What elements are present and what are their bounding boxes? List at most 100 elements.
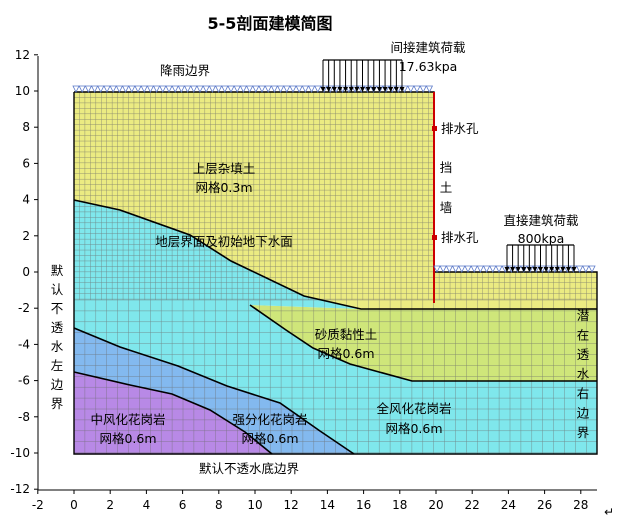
- rain-marker: [202, 85, 210, 93]
- right-boundary-char: 界: [577, 425, 590, 440]
- rain-marker: [413, 85, 421, 93]
- rain-marker: [140, 85, 148, 93]
- wall-char-1: 挡: [440, 160, 453, 175]
- rain-marker: [419, 85, 427, 93]
- strong-granite-name: 强分化花岗岩: [232, 412, 307, 427]
- rain-marker: [252, 85, 260, 93]
- left-boundary-char: 水: [51, 339, 64, 354]
- rain-marker: [451, 265, 460, 273]
- y-axis-ticks: 12 10 8 6 4 2 0 -2 -4 -6 -8 -10 -12: [10, 48, 38, 496]
- moderate-granite-mesh: 网格0.6m: [99, 431, 156, 446]
- rain-marker: [171, 85, 179, 93]
- x-tick-label: 2: [106, 498, 114, 512]
- x-tick-label: 0: [70, 498, 78, 512]
- y-tick-label: -4: [18, 337, 30, 351]
- y-tick-label: -8: [18, 410, 30, 424]
- x-tick-label: 18: [392, 498, 407, 512]
- drain-hole-marker-lower: [432, 235, 437, 240]
- rain-marker: [307, 85, 316, 93]
- right-boundary-label: 潜在透水右边界: [577, 308, 590, 440]
- rain-marker: [495, 265, 503, 273]
- drain-hole-lower-label: 排水孔: [441, 230, 479, 245]
- direct-load-title: 直接建筑荷载: [503, 213, 579, 228]
- rain-marker: [134, 85, 142, 93]
- rain-marker: [221, 85, 229, 93]
- right-boundary-char: 水: [577, 367, 590, 382]
- rain-marker: [425, 85, 434, 93]
- strong-granite-mesh: 网格0.6m: [241, 431, 298, 446]
- diagram-title: 5-5剖面建模简图: [208, 14, 333, 33]
- y-tick-label: 2: [22, 229, 30, 243]
- rain-marker: [233, 85, 241, 93]
- left-boundary-char: 认: [51, 282, 64, 297]
- interface-note: 地层界面及初始地下水面: [155, 234, 293, 249]
- bottom-boundary-label: 默认不透水底边界: [199, 461, 300, 476]
- x-tick-label: 14: [320, 498, 335, 512]
- x-tick-label: 12: [284, 498, 299, 512]
- rain-marker: [121, 85, 130, 93]
- rain-marker: [470, 265, 478, 273]
- rain-marker: [482, 265, 491, 273]
- wall-char-2: 土: [440, 180, 453, 195]
- left-boundary-char: 左: [51, 358, 64, 373]
- rain-marker: [314, 85, 322, 93]
- rain-marker: [97, 85, 105, 93]
- left-boundary-label: 默认不透水左边界: [51, 263, 64, 411]
- x-tick-label: 28: [573, 498, 588, 512]
- rain-marker: [301, 85, 310, 93]
- rain-marker: [165, 85, 173, 93]
- x-axis-ticks: -2 0 2 4 6 8 10 12 14 16 18 20 22 24 26 28: [32, 490, 588, 512]
- right-boundary-char: 潜: [577, 308, 590, 323]
- x-tick-label: 16: [356, 498, 371, 512]
- rain-marker: [258, 85, 266, 93]
- right-boundary-char: 右: [577, 386, 590, 401]
- rain-marker: [183, 85, 192, 93]
- rain-marker: [283, 85, 291, 93]
- x-tick-label: 4: [143, 498, 151, 512]
- left-boundary-char: 透: [51, 320, 64, 335]
- left-boundary-char: 不: [51, 301, 64, 316]
- rain-marker: [239, 85, 248, 93]
- rain-marker: [152, 85, 161, 93]
- x-tick-label: 22: [465, 498, 480, 512]
- rain-marker: [464, 265, 472, 273]
- x-tick-label: 20: [428, 498, 443, 512]
- load-arrow-head: [521, 267, 527, 272]
- rain-marker: [458, 265, 466, 273]
- wall-char-3: 墙: [440, 200, 453, 215]
- left-boundary-char: 默: [51, 263, 64, 278]
- y-tick-label: -6: [18, 374, 30, 388]
- corner-mark: ↵: [604, 505, 614, 519]
- right-boundary-char: 透: [577, 347, 590, 362]
- rain-marker: [245, 85, 254, 93]
- rain-marker: [407, 85, 415, 93]
- fill-layer-name: 上层杂填土: [193, 161, 256, 176]
- rain-marker: [575, 265, 584, 273]
- y-tick-label: 10: [15, 84, 30, 98]
- section-diagram: 5-5剖面建模简图 -2 0 2 4 6 8 10 12 14 16 18 20 22 24 26 28 12…: [10, 14, 614, 519]
- x-tick-label: 10: [247, 498, 262, 512]
- rain-marker: [146, 85, 155, 93]
- rain-marker: [476, 265, 485, 273]
- rain-marker: [276, 85, 285, 93]
- rain-marker: [84, 85, 93, 93]
- x-tick-label: 26: [537, 498, 552, 512]
- full-granite-mesh: 网格0.6m: [385, 421, 442, 436]
- rain-marker: [103, 85, 111, 93]
- sandy-clay-mesh: 网格0.6m: [317, 346, 374, 361]
- indirect-load-value: 17.63kpa: [399, 59, 458, 74]
- rain-marker: [227, 85, 235, 93]
- left-boundary-char: 边: [51, 377, 64, 392]
- drain-hole-marker-upper: [432, 126, 437, 131]
- rain-marker: [445, 265, 454, 273]
- rain-marker: [264, 85, 272, 93]
- rain-marker: [439, 265, 447, 273]
- rain-marker: [159, 85, 167, 93]
- full-granite-name: 全风化花岗岩: [376, 401, 451, 416]
- y-tick-label: 8: [22, 120, 30, 134]
- y-tick-label: 0: [22, 265, 30, 279]
- rain-marker: [582, 265, 590, 273]
- sandy-clay-name: 砂质黏性土: [315, 327, 378, 342]
- right-boundary-char: 在: [577, 328, 590, 343]
- rain-marker: [72, 85, 80, 93]
